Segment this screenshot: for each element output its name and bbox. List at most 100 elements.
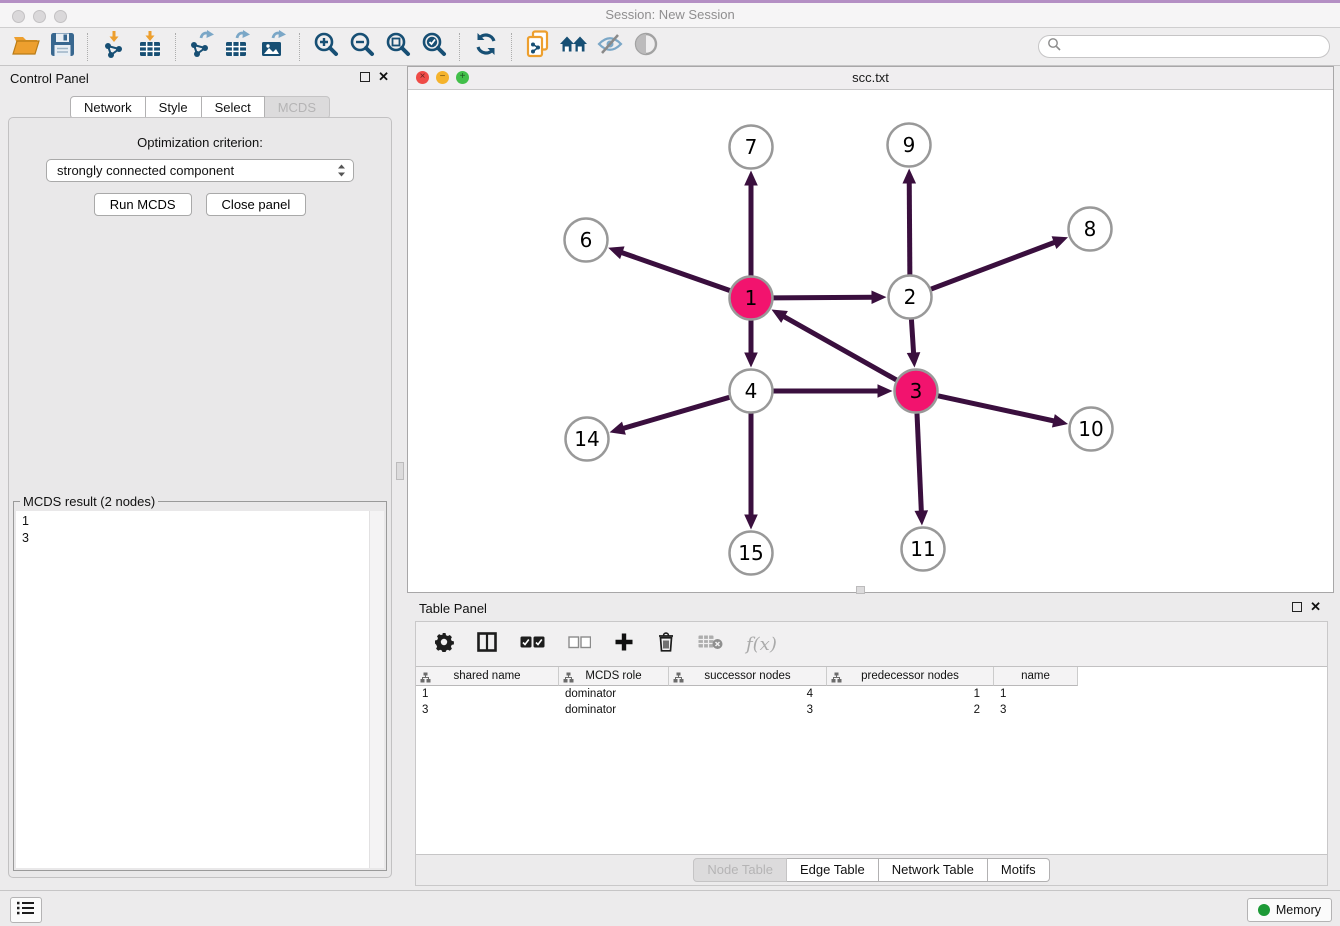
table-settings-button[interactable] [434, 632, 454, 657]
network-window-titlebar[interactable]: ×−+ scc.txt [408, 67, 1333, 90]
float-table-panel-icon[interactable] [1292, 602, 1302, 612]
table-cell[interactable]: 4 [669, 686, 827, 702]
tab-style[interactable]: Style [146, 96, 202, 119]
edge-4-3[interactable] [774, 384, 893, 398]
memory-button[interactable]: Memory [1247, 898, 1332, 922]
node-6[interactable]: 6 [565, 219, 608, 262]
close-view-button[interactable]: × [416, 71, 429, 84]
network-canvas[interactable]: 7 9 6 8 1 2 4 3 14 10 15 11 [408, 89, 1333, 592]
node-7[interactable]: 7 [730, 126, 773, 169]
table-cell[interactable]: 3 [669, 702, 827, 718]
minimize-window-button[interactable] [33, 10, 46, 23]
new-network-from-selection-button[interactable] [520, 31, 556, 63]
zoom-window-button[interactable] [54, 10, 67, 23]
table-row[interactable]: 1dominator411 [416, 686, 1327, 702]
deselect-all-rows-button[interactable] [568, 635, 591, 654]
edge-2-9[interactable] [902, 168, 916, 274]
close-window-button[interactable] [12, 10, 25, 23]
node-8[interactable]: 8 [1069, 208, 1112, 251]
node-1[interactable]: 1 [730, 277, 773, 320]
refresh-layout-button[interactable] [468, 31, 504, 63]
tab-node-table[interactable]: Node Table [693, 858, 787, 882]
task-history-button[interactable] [10, 897, 42, 923]
first-neighbors-button[interactable] [556, 31, 592, 63]
export-table-button[interactable] [220, 31, 256, 63]
tab-mcds[interactable]: MCDS [265, 96, 330, 119]
export-image-button[interactable] [256, 31, 292, 63]
edge-4-15[interactable] [744, 414, 758, 530]
table-cell[interactable]: 1 [416, 686, 559, 702]
node-4[interactable]: 4 [730, 370, 773, 413]
plus-icon [614, 632, 634, 657]
optimization-criterion-select[interactable]: strongly connected component [46, 159, 354, 182]
zoom-out-button[interactable] [344, 31, 380, 63]
edge-1-4[interactable] [744, 321, 758, 368]
table-cell[interactable]: dominator [559, 702, 669, 718]
table-cell[interactable]: dominator [559, 686, 669, 702]
export-network-button[interactable] [184, 31, 220, 63]
edge-1-7[interactable] [744, 171, 758, 276]
tab-network-table[interactable]: Network Table [879, 858, 988, 882]
search-input[interactable] [1066, 39, 1329, 55]
delete-table-button[interactable] [698, 633, 723, 655]
tab-motifs[interactable]: Motifs [988, 858, 1050, 882]
import-table-button[interactable] [132, 31, 168, 63]
float-panel-icon[interactable] [360, 72, 370, 82]
node-3[interactable]: 3 [895, 370, 938, 413]
zoom-selected-button[interactable] [416, 31, 452, 63]
zoom-fit-button[interactable] [380, 31, 416, 63]
mcds-result-area[interactable]: 13 [16, 511, 384, 868]
network-window-controls: ×−+ [416, 71, 469, 84]
node-15[interactable]: 15 [730, 532, 773, 575]
close-panel-button[interactable]: Close panel [206, 193, 307, 216]
zoom-in-button[interactable] [308, 31, 344, 63]
table-cell[interactable]: 1 [827, 686, 994, 702]
edge-3-11[interactable] [915, 413, 929, 525]
node-9[interactable]: 9 [888, 124, 931, 167]
column-header-successor-nodes[interactable]: successor nodes [669, 667, 827, 686]
edge-4-14[interactable] [610, 397, 730, 434]
tab-network[interactable]: Network [70, 96, 146, 119]
view-divider-handle[interactable] [856, 586, 865, 594]
add-column-button[interactable] [614, 632, 634, 657]
import-network-button[interactable] [96, 31, 132, 63]
column-header-mcds-role[interactable]: MCDS role [559, 667, 669, 686]
edge-2-8[interactable] [931, 236, 1068, 289]
node-10[interactable]: 10 [1070, 408, 1113, 451]
edge-3-1[interactable] [771, 310, 896, 380]
table-row[interactable]: 3dominator323 [416, 702, 1327, 718]
minimize-view-button[interactable]: − [436, 71, 449, 84]
edge-3-10[interactable] [938, 396, 1068, 428]
zoom-view-button[interactable]: + [456, 71, 469, 84]
node-2[interactable]: 2 [889, 276, 932, 319]
search-box[interactable] [1038, 35, 1330, 58]
table-cell[interactable]: 3 [416, 702, 559, 718]
table-cell[interactable]: 3 [994, 702, 1078, 718]
hide-selected-button[interactable] [592, 31, 628, 63]
save-session-button[interactable] [44, 31, 80, 63]
node-14[interactable]: 14 [566, 418, 609, 461]
node-11[interactable]: 11 [902, 528, 945, 571]
show-all-button[interactable] [628, 31, 664, 63]
open-session-button[interactable] [8, 31, 44, 63]
edge-2-3[interactable] [907, 319, 921, 367]
tab-select[interactable]: Select [202, 96, 265, 119]
close-table-panel-icon[interactable]: ✕ [1310, 599, 1321, 615]
tab-edge-table[interactable]: Edge Table [787, 858, 879, 882]
close-panel-icon[interactable]: ✕ [378, 69, 389, 85]
column-header-shared-name[interactable]: shared name [416, 667, 559, 686]
function-builder-button[interactable]: f(x) [746, 634, 777, 655]
panel-divider-handle[interactable] [396, 462, 404, 480]
column-header-predecessor-nodes[interactable]: predecessor nodes [827, 667, 994, 686]
column-visibility-button[interactable] [477, 632, 497, 657]
column-header-name[interactable]: name [994, 667, 1078, 686]
table-cell[interactable]: 1 [994, 686, 1078, 702]
edge-1-2[interactable] [773, 290, 886, 304]
eye-slash-icon [596, 32, 624, 61]
select-all-rows-button[interactable] [520, 635, 545, 654]
delete-column-button[interactable] [657, 631, 675, 657]
result-scrollbar[interactable] [369, 511, 384, 868]
run-mcds-button[interactable]: Run MCDS [94, 193, 192, 216]
edge-1-6[interactable] [608, 246, 730, 290]
table-cell[interactable]: 2 [827, 702, 994, 718]
